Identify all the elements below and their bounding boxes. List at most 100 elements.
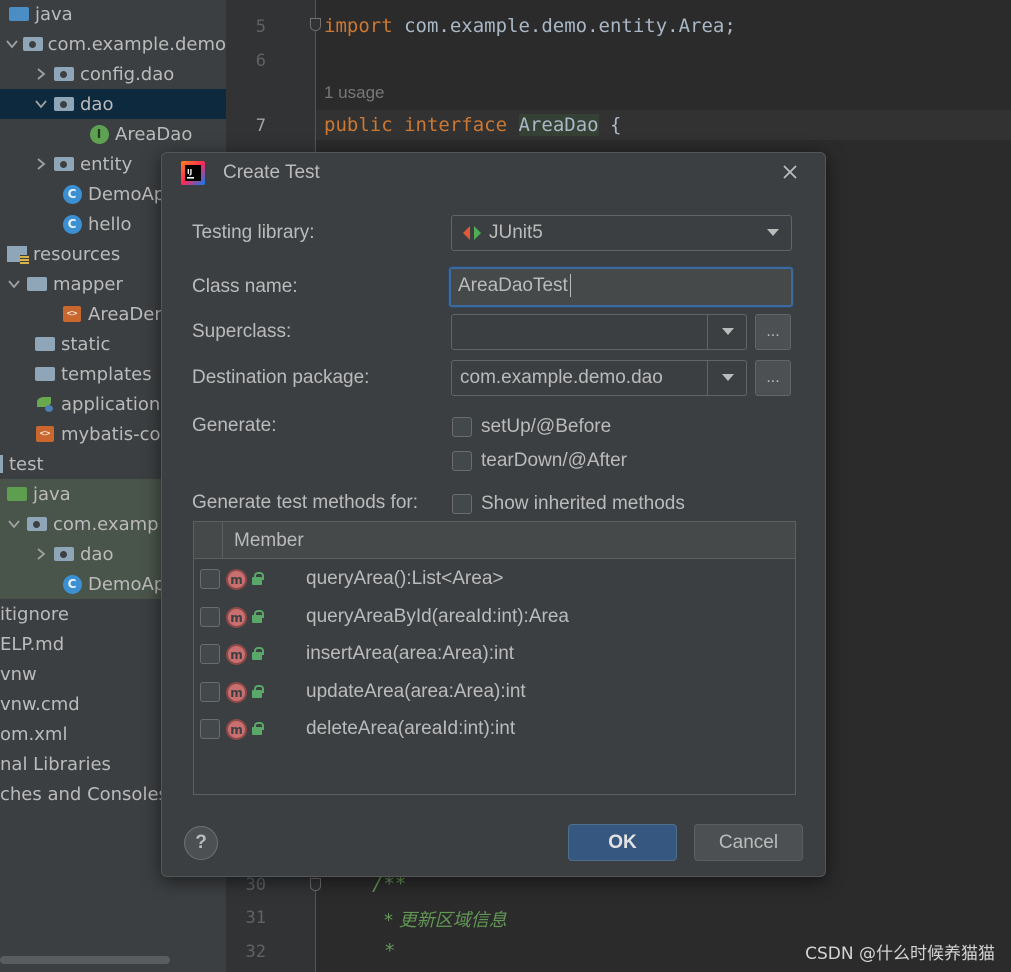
chevron-down-icon[interactable]	[6, 509, 22, 539]
member-checkbox[interactable]	[200, 682, 220, 702]
member-checkbox[interactable]	[200, 607, 220, 627]
package-icon	[53, 153, 75, 175]
chevron-right-icon[interactable]	[33, 59, 49, 89]
tree-item-label: ches and Consoles	[0, 783, 168, 805]
destination-package-label: Destination package:	[192, 367, 370, 388]
table-row[interactable]: m updateArea(area:Area):int	[194, 674, 795, 711]
xml-file-icon: <>	[61, 303, 83, 325]
text-caret	[570, 274, 571, 297]
show-inherited-checkbox[interactable]	[452, 494, 472, 514]
tree-item-label: entity	[80, 153, 133, 175]
testing-library-value: JUnit5	[489, 222, 543, 243]
junit-icon	[463, 226, 481, 240]
setup-checkbox[interactable]	[452, 417, 472, 437]
teardown-checkbox-label[interactable]: tearDown/@After	[481, 450, 627, 472]
public-access-icon	[252, 572, 264, 585]
spring-config-icon	[34, 393, 56, 415]
public-access-icon	[252, 685, 264, 698]
class-name-input[interactable]: AreaDaoTest	[449, 267, 793, 307]
show-inherited-label[interactable]: Show inherited methods	[481, 493, 685, 515]
chevron-down-icon[interactable]	[33, 89, 49, 119]
destination-package-combo[interactable]: com.example.demo.dao	[451, 360, 747, 396]
folder-icon	[0, 455, 3, 473]
usage-hint[interactable]: 1 usage	[324, 83, 385, 103]
tree-item-java[interactable]: java	[0, 0, 226, 29]
destination-browse-button[interactable]: ...	[755, 360, 791, 396]
header-divider	[222, 522, 223, 559]
tree-item-label: application.	[61, 393, 167, 415]
method-icon: m	[226, 607, 247, 628]
chevron-down-icon[interactable]	[6, 29, 19, 59]
ok-button[interactable]: OK	[568, 824, 677, 861]
tree-item-config-dao[interactable]: config.dao	[0, 59, 226, 89]
methods-for-label: Generate test methods for:	[192, 492, 419, 513]
class-icon: C	[61, 213, 83, 235]
chevron-down-icon[interactable]	[710, 361, 746, 395]
chevron-down-icon[interactable]	[710, 315, 746, 349]
close-icon[interactable]	[777, 159, 803, 185]
xml-file-icon: <>	[34, 423, 56, 445]
superclass-combo[interactable]	[451, 314, 747, 350]
tree-item-label: java	[33, 483, 71, 505]
fold-marker-icon[interactable]	[310, 878, 321, 891]
public-access-icon	[252, 610, 264, 623]
public-access-icon	[252, 722, 264, 735]
members-table-header: Member	[194, 522, 795, 559]
member-checkbox[interactable]	[200, 644, 220, 664]
members-table[interactable]: Member m queryArea():List<Area> m queryA…	[193, 521, 796, 795]
interface-icon: I	[88, 123, 110, 145]
fold-marker-icon[interactable]	[310, 18, 321, 31]
chevron-right-icon[interactable]	[33, 149, 49, 179]
create-test-dialog[interactable]: IJ Create Test Testing library: JUnit5 C…	[161, 152, 826, 877]
chevron-down-icon[interactable]	[6, 269, 22, 299]
line-number: 30	[245, 875, 266, 895]
tree-item-label: com.examp	[53, 513, 159, 535]
chevron-down-icon[interactable]	[755, 216, 791, 250]
setup-checkbox-label[interactable]: setUp/@Before	[481, 416, 611, 438]
package-icon	[53, 543, 75, 565]
folder-icon	[34, 333, 56, 355]
table-row[interactable]: m queryArea():List<Area>	[194, 561, 795, 598]
member-checkbox[interactable]	[200, 569, 220, 589]
tree-item-areadao[interactable]: I AreaDao	[0, 119, 226, 149]
line-number: 6	[255, 51, 266, 71]
table-row[interactable]: m queryAreaById(areaId:int):Area	[194, 599, 795, 636]
code-comment-line: *	[384, 940, 396, 962]
tree-item-label: hello	[88, 213, 132, 235]
testing-library-select[interactable]: JUnit5	[451, 215, 792, 251]
source-folder-icon	[8, 3, 30, 25]
tree-item-label: com.example.demo	[47, 33, 226, 55]
cancel-button[interactable]: Cancel	[694, 824, 803, 861]
member-checkbox[interactable]	[200, 719, 220, 739]
method-icon: m	[226, 644, 247, 665]
code-line-import: import com.example.demo.entity.Area;	[324, 15, 736, 37]
teardown-checkbox[interactable]	[452, 451, 472, 471]
tree-item-label: AreaDao	[115, 123, 193, 145]
tree-item-label: ELP.md	[0, 633, 65, 655]
tree-item-label: static	[61, 333, 111, 355]
tree-item-label: vnw	[0, 663, 37, 685]
table-row[interactable]: m insertArea(area:Area):int	[194, 636, 795, 673]
member-column-header[interactable]: Member	[234, 530, 304, 552]
table-row[interactable]: m deleteArea(areaId:int):int	[194, 711, 795, 748]
tree-item-label: itignore	[0, 603, 69, 625]
superclass-browse-button[interactable]: ...	[755, 314, 791, 350]
help-button[interactable]: ?	[184, 826, 218, 860]
spring-class-icon: C	[61, 573, 83, 595]
line-number: 5	[255, 17, 266, 37]
line-number: 7	[255, 116, 266, 136]
combo-divider	[707, 315, 708, 349]
method-icon: m	[226, 719, 247, 740]
tree-item-label: mybatis-con	[61, 423, 172, 445]
line-number: 32	[245, 942, 266, 962]
code-line-declaration: public interface AreaDao {	[324, 114, 622, 136]
spring-class-icon: C	[61, 183, 83, 205]
tree-item-package[interactable]: com.example.demo	[0, 29, 226, 59]
tree-item-label: AreaDen	[88, 303, 166, 325]
public-access-icon	[252, 647, 264, 660]
tree-item-dao[interactable]: dao	[0, 89, 226, 119]
horizontal-scrollbar[interactable]	[0, 956, 170, 964]
package-icon	[53, 93, 75, 115]
chevron-right-icon[interactable]	[33, 539, 49, 569]
folder-icon	[26, 273, 48, 295]
